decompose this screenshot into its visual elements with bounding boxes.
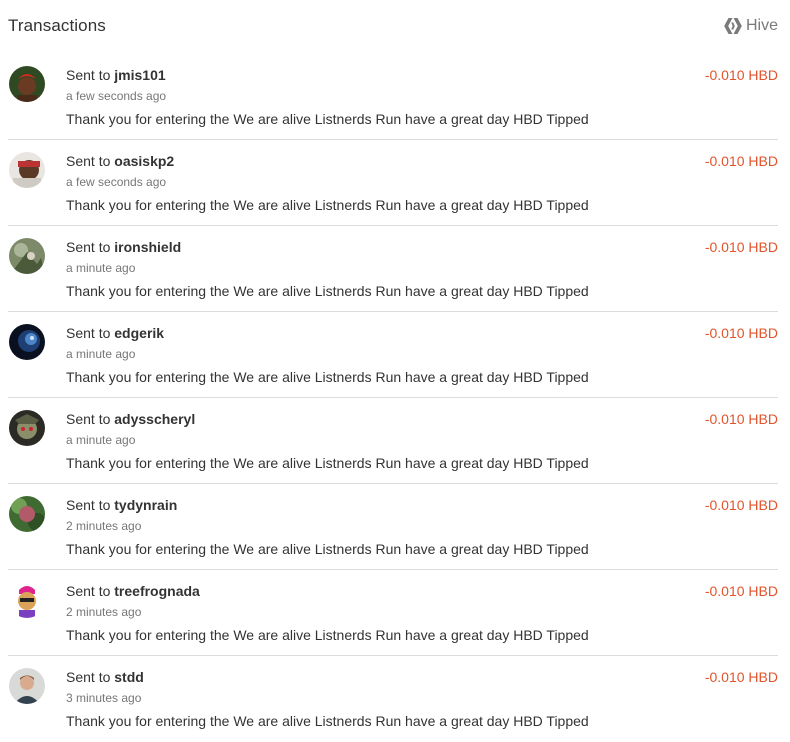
memo-text: Thank you for entering the We are alive … [66,111,589,127]
transaction-list: Sent to jmis101 a few seconds ago Thank … [8,54,778,742]
timestamp: a few seconds ago [66,89,167,103]
hive-brand[interactable]: Hive [724,17,778,35]
sent-to-label: Sent to [66,325,111,341]
timestamp: a minute ago [66,347,136,361]
amount: -0.010 HBD [704,325,778,341]
recipient-line: Sent to ironshield [66,239,181,255]
timestamp: 2 minutes ago [66,519,142,533]
memo-text: Thank you for entering the We are alive … [66,627,589,643]
avatar[interactable] [9,496,45,532]
recipient-line: Sent to tydynrain [66,497,177,513]
brand-label: Hive [745,17,778,34]
avatar[interactable] [9,582,45,618]
transaction-row: Sent to oasiskp2 a few seconds ago Thank… [8,140,778,226]
timestamp: a few seconds ago [66,175,167,189]
recipient-username[interactable]: ironshield [114,239,181,255]
recipient-username[interactable]: oasiskp2 [114,153,174,169]
sent-to-label: Sent to [66,239,111,255]
recipient-line: Sent to treefrognada [66,583,200,599]
recipient-username[interactable]: jmis101 [114,67,165,83]
transaction-row: Sent to stdd 3 minutes ago Thank you for… [8,656,778,742]
recipient-username[interactable]: treefrognada [114,583,200,599]
memo-text: Thank you for entering the We are alive … [66,283,589,299]
recipient-line: Sent to jmis101 [66,67,166,83]
page-title: Transactions [8,16,106,35]
recipient-username[interactable]: tydynrain [114,497,177,513]
avatar[interactable] [9,238,45,274]
recipient-username[interactable]: adysscheryl [114,411,195,427]
avatar[interactable] [9,152,45,188]
amount: -0.010 HBD [704,67,778,83]
sent-to-label: Sent to [66,583,111,599]
timestamp: a minute ago [66,433,136,447]
avatar[interactable] [9,66,45,102]
timestamp: a minute ago [66,261,136,275]
transaction-row: Sent to adysscheryl a minute ago Thank y… [8,398,778,484]
sent-to-label: Sent to [66,67,111,83]
recipient-line: Sent to stdd [66,669,144,685]
memo-text: Thank you for entering the We are alive … [66,455,589,471]
sent-to-label: Sent to [66,411,111,427]
memo-text: Thank you for entering the We are alive … [66,369,589,385]
amount: -0.010 HBD [704,239,778,255]
timestamp: 3 minutes ago [66,691,142,705]
avatar[interactable] [9,324,45,360]
timestamp: 2 minutes ago [66,605,142,619]
recipient-username[interactable]: edgerik [114,325,164,341]
recipient-line: Sent to oasiskp2 [66,153,174,169]
transaction-row: Sent to treefrognada 2 minutes ago Thank… [8,570,778,656]
sent-to-label: Sent to [66,497,111,513]
amount: -0.010 HBD [704,669,778,685]
recipient-line: Sent to adysscheryl [66,411,195,427]
recipient-username[interactable]: stdd [114,669,144,685]
recipient-line: Sent to edgerik [66,325,164,341]
amount: -0.010 HBD [704,411,778,427]
avatar[interactable] [9,668,45,704]
sent-to-label: Sent to [66,669,111,685]
amount: -0.010 HBD [704,153,778,169]
transaction-row: Sent to ironshield a minute ago Thank yo… [8,226,778,312]
amount: -0.010 HBD [704,497,778,513]
memo-text: Thank you for entering the We are alive … [66,541,589,557]
sent-to-label: Sent to [66,153,111,169]
memo-text: Thank you for entering the We are alive … [66,197,589,213]
hive-logo-icon [724,18,742,34]
transactions-header: Transactions Hive [0,0,790,56]
amount: -0.010 HBD [704,583,778,599]
transaction-row: Sent to tydynrain 2 minutes ago Thank yo… [8,484,778,570]
transaction-row: Sent to edgerik a minute ago Thank you f… [8,312,778,398]
transaction-row: Sent to jmis101 a few seconds ago Thank … [8,54,778,140]
memo-text: Thank you for entering the We are alive … [66,713,589,729]
avatar[interactable] [9,410,45,446]
